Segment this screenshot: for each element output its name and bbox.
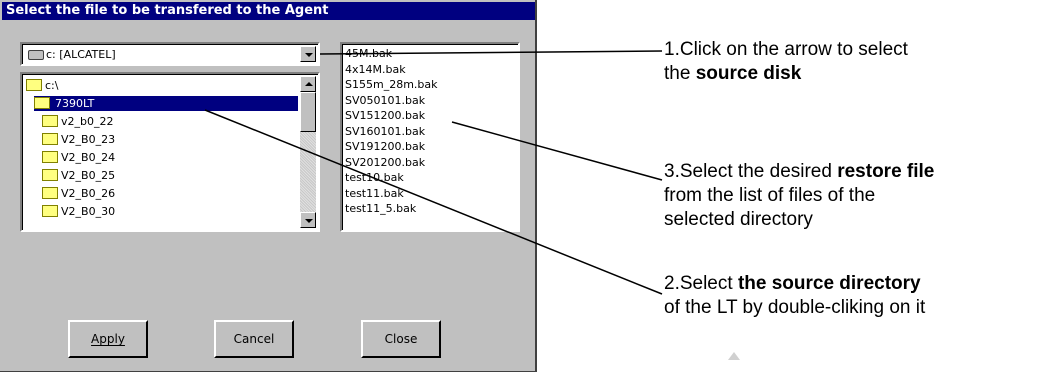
- pointer-line-source-disk: [319, 50, 663, 55]
- annotation-1-line2: the source disk: [664, 62, 908, 86]
- annotation-3-pre: 3.Select the desired: [664, 161, 838, 182]
- pointer-line-source-directory: [204, 109, 663, 295]
- annotation-2-bold: the source directory: [737, 273, 921, 294]
- annotation-2-line2: of the LT by double-cliking on it: [664, 297, 926, 318]
- annotation-1-line1: 1.Click on the arrow to select: [664, 39, 908, 60]
- decorative-diamond: [728, 352, 740, 360]
- annotation-3-bold: restore file: [837, 161, 935, 182]
- annotation-source-disk: 1.Click on the arrow to select the sourc…: [664, 38, 908, 86]
- annotation-3-line1: 3.Select the desired restore file: [664, 160, 934, 184]
- annotation-1-pre: the: [664, 63, 696, 84]
- annotation-restore-file: 3.Select the desired restore file from t…: [664, 160, 934, 232]
- annotation-2-line1: 2.Select the source directory: [664, 272, 925, 296]
- pointer-line-restore-file: [451, 121, 663, 181]
- annotation-1-bold: source disk: [695, 63, 802, 84]
- annotation-2-pre: 2.Select: [664, 273, 738, 294]
- annotation-source-directory: 2.Select the source directory of the LT …: [664, 272, 925, 320]
- annotation-3-line2: from the list of files of the: [664, 185, 876, 206]
- annotation-3-line3: selected directory: [664, 209, 813, 230]
